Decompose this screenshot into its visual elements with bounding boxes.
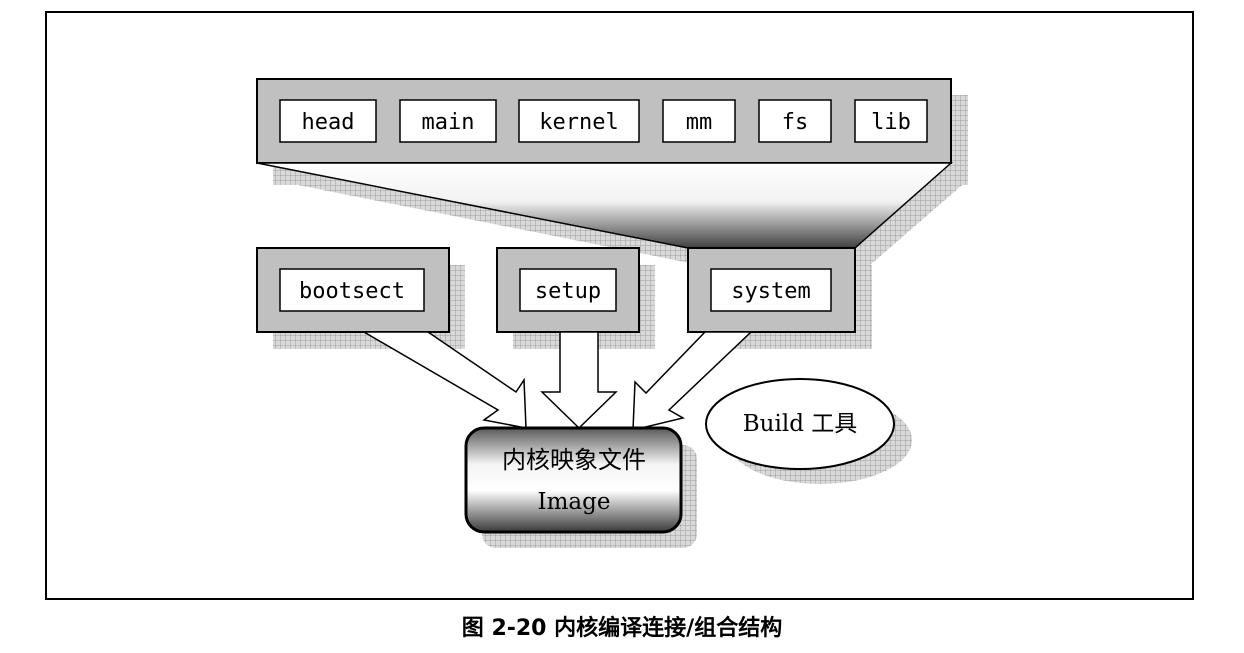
module-kernel-label: kernel <box>539 110 618 135</box>
bootsect-label: bootsect <box>299 279 405 304</box>
figure-caption: 图 2-20 内核编译连接/组合结构 <box>461 616 783 641</box>
module-main-label: main <box>422 110 475 135</box>
module-mm-label: mm <box>686 110 713 135</box>
module-lib-label: lib <box>871 110 911 135</box>
image-box <box>464 426 683 534</box>
image-name: Image <box>538 489 611 515</box>
system-label: system <box>731 279 810 304</box>
module-head-label: head <box>302 110 355 135</box>
image-title: 内核映象文件 <box>502 446 646 474</box>
build-tool-label: Build 工具 <box>743 411 857 437</box>
kernel-build-diagram: head main kernel mm fs lib bootsect setu… <box>45 11 1194 600</box>
setup-label: setup <box>535 279 601 304</box>
module-fs-label: fs <box>782 110 809 135</box>
